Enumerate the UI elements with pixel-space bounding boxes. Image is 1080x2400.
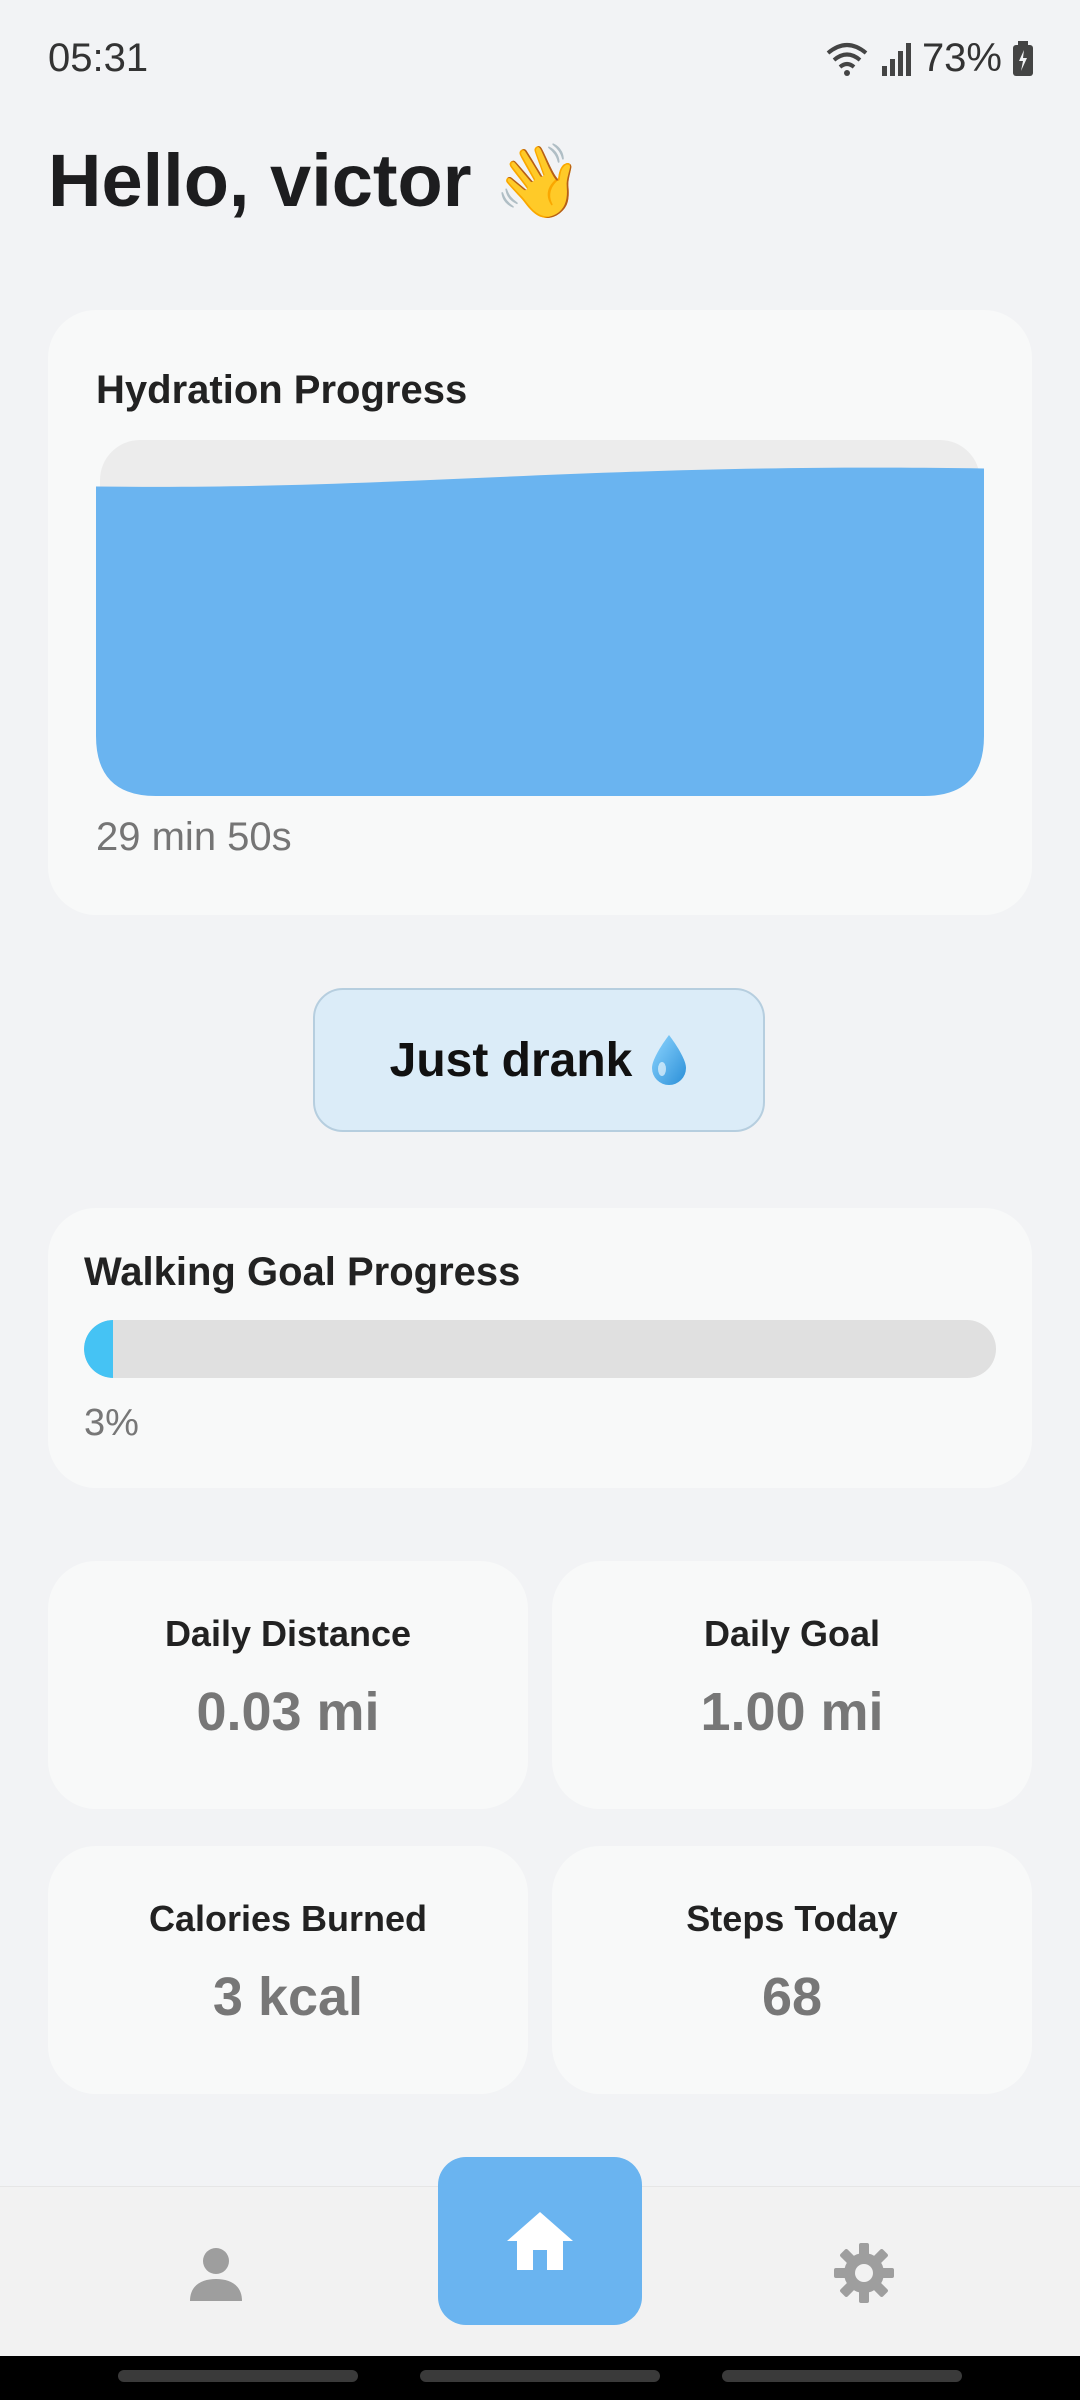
walking-progress-fill	[84, 1320, 113, 1378]
stat-value: 68	[761, 1967, 823, 2027]
status-time: 05:31	[48, 36, 149, 80]
gear-icon[interactable]	[832, 2241, 896, 2305]
system-nav-handle[interactable]	[722, 2370, 962, 2382]
hydration-title: Hydration Progress	[96, 368, 468, 412]
daily-distance-card: Daily Distance 0.03 mi	[48, 1561, 528, 1809]
system-nav-handle[interactable]	[118, 2370, 358, 2382]
wave-emoji-icon: 👋	[493, 138, 584, 223]
stat-label: Calories Burned	[148, 1898, 428, 1939]
just-drank-button[interactable]: Just drank	[313, 988, 765, 1132]
system-nav-handle[interactable]	[420, 2370, 660, 2382]
calories-burned-card: Calories Burned 3 kcal	[48, 1846, 528, 2094]
person-icon[interactable]	[184, 2243, 248, 2307]
stat-value: 1.00 mi	[700, 1682, 884, 1742]
hydration-timer: 29 min 50s	[96, 815, 292, 859]
home-icon	[507, 2212, 573, 2270]
cell-signal-icon	[881, 42, 911, 76]
battery-percent: 73%	[921, 36, 1002, 80]
walking-goal-card: Walking Goal Progress 3%	[48, 1208, 1032, 1488]
walking-goal-title: Walking Goal Progress	[84, 1250, 521, 1294]
status-icons: 73%	[824, 36, 1034, 81]
steps-today-card: Steps Today 68	[552, 1846, 1032, 2094]
hydration-tank	[96, 440, 984, 796]
daily-goal-card: Daily Goal 1.00 mi	[552, 1561, 1032, 1809]
wifi-icon	[826, 42, 868, 76]
bottom-navigation	[0, 2157, 1080, 2357]
stat-value: 0.03 mi	[196, 1682, 380, 1742]
water-drop-icon	[652, 1035, 687, 1085]
nav-home-button[interactable]	[438, 2157, 642, 2325]
stat-label: Daily Distance	[164, 1613, 412, 1654]
walking-progress-track	[84, 1320, 996, 1378]
stat-label: Steps Today	[686, 1898, 898, 1939]
greeting-text: Hello, victor	[48, 139, 472, 222]
stat-label: Daily Goal	[703, 1613, 881, 1654]
just-drank-label: Just drank	[389, 1033, 633, 1087]
greeting: Hello, victor 👋	[48, 138, 583, 223]
battery-icon	[1013, 40, 1033, 76]
hydration-card: Hydration Progress 29 min 50s	[48, 310, 1032, 915]
walking-progress-percent: 3%	[84, 1402, 139, 1444]
water-fill	[96, 467, 984, 796]
stat-value: 3 kcal	[212, 1967, 364, 2027]
